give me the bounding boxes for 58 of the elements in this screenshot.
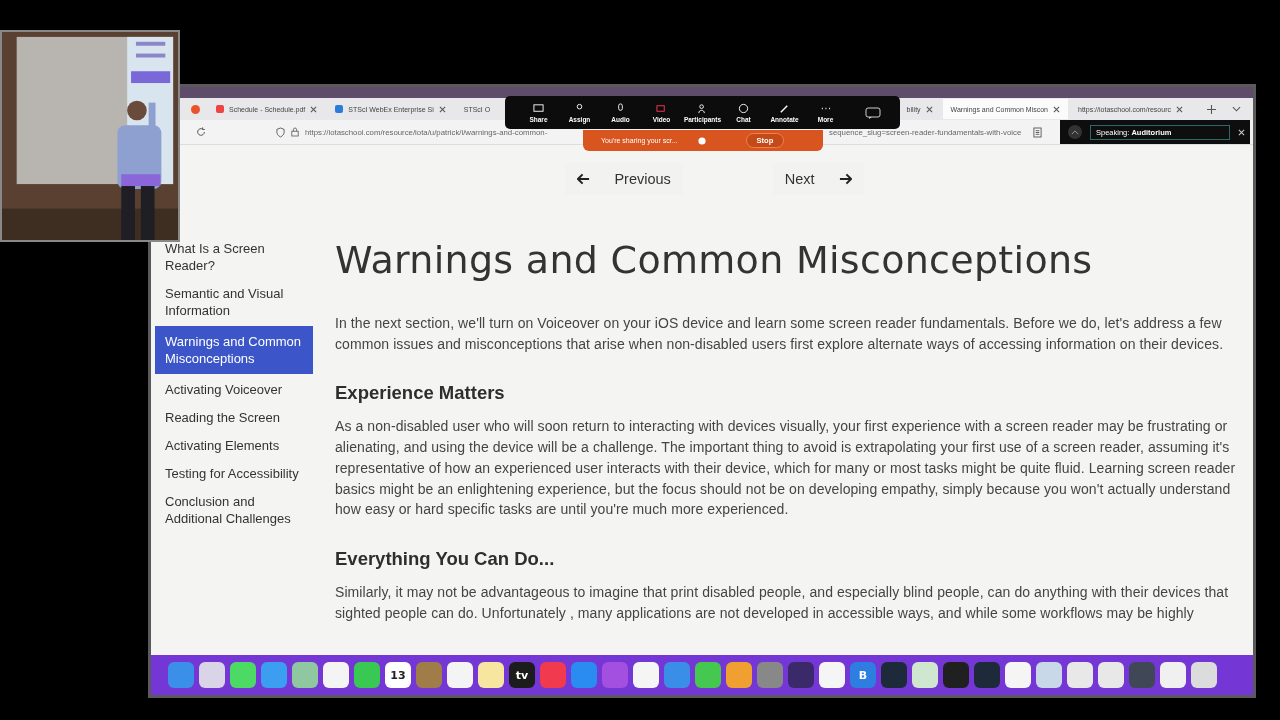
sidebar-item[interactable]: Semantic and Visual Information <box>155 285 313 319</box>
app-icon[interactable] <box>943 662 969 688</box>
app-icon[interactable] <box>230 662 256 688</box>
app-icon[interactable] <box>447 662 473 688</box>
screen-icon <box>533 102 544 114</box>
paragraph: In the next section, we'll turn on Voiceover on your iOS device and learn some screen reader fundamentals. Before we do, let's address a few common issues and misconceptions that arise when non-disabled users first explore alternate ways of accessing information on their devices. <box>335 314 1225 354</box>
sidebar-item[interactable]: What Is a Screen Reader? <box>155 240 313 274</box>
arrow-left-icon <box>577 173 591 185</box>
sidebar-item[interactable]: Activating Voiceover <box>155 381 313 398</box>
app-icon[interactable] <box>199 662 225 688</box>
paragraph: Similarly, it may not be advantageous to imagine that print disabled people, and especially blind people, can do anything with their devices that sighted people can do. Unfortunately , many applications are not developed in accessible ways, and while some workflows may be highly <box>335 582 1230 623</box>
app-icon[interactable] <box>323 662 349 688</box>
app-icon[interactable] <box>819 662 845 688</box>
app-icon[interactable] <box>292 662 318 688</box>
close-icon[interactable] <box>1176 105 1183 113</box>
sidebar-item[interactable]: Warnings and Common Misconceptions <box>155 326 313 374</box>
arrow-right-icon <box>838 173 852 185</box>
close-icon[interactable] <box>925 105 933 113</box>
reader-view-icon[interactable] <box>1033 126 1043 138</box>
app-icon[interactable] <box>1191 662 1217 688</box>
sidebar-item[interactable]: Reading the Screen <box>155 409 313 426</box>
microphone-icon <box>615 102 626 114</box>
section-heading: Experience Matters <box>335 382 506 405</box>
close-icon[interactable] <box>438 105 446 113</box>
app-icon[interactable] <box>354 662 380 688</box>
app-icon[interactable]: B <box>850 662 876 688</box>
close-icon[interactable] <box>310 105 318 113</box>
new-tab-icon[interactable] <box>1207 104 1216 114</box>
tab-favicon-icon <box>335 105 344 113</box>
close-icon[interactable] <box>1053 105 1060 113</box>
app-icon[interactable] <box>912 662 938 688</box>
reload-icon[interactable] <box>196 127 206 137</box>
sidebar-item[interactable]: Activating Elements <box>155 437 313 454</box>
app-icon[interactable] <box>1160 662 1186 688</box>
chevron-up-icon[interactable] <box>1068 125 1082 139</box>
page-title: Warnings and Common Misconceptions <box>335 237 1094 284</box>
app-icon[interactable] <box>1005 662 1031 688</box>
tab-favicon-icon <box>216 105 224 113</box>
chevron-down-icon[interactable] <box>1232 106 1241 112</box>
app-icon[interactable] <box>1098 662 1124 688</box>
app-icon[interactable] <box>1036 662 1062 688</box>
sidebar-item[interactable]: Conclusion and Additional Challenges <box>155 493 313 527</box>
paragraph: As a non-disabled user who will soon return to interacting with devices visually, your first experience with a screen reader may be frustrating or alienating, and using the device will be a challenge. The important thing to avoid is extrapolating your first use of a screen reader, assuming it's representative of how an experienced user interacts with their device, which for many or most tasks might be quite fluid. Learning screen reader basics might be an enlightening experience, but the focus should not be on developing empathy, simply because you won't actually understand how easy or hard specific tasks are until you're much more experienced. <box>335 417 1237 520</box>
app-icon[interactable] <box>726 662 752 688</box>
browser-logo-icon <box>191 104 200 114</box>
lock-icon <box>291 127 299 137</box>
app-icon[interactable] <box>695 662 721 688</box>
camera-icon <box>656 102 667 114</box>
app-icon[interactable] <box>633 662 659 688</box>
shield-icon <box>276 126 285 138</box>
app-icon[interactable] <box>1067 662 1093 688</box>
section-heading: Everything You Can Do... <box>335 547 556 570</box>
people-icon <box>697 102 708 114</box>
captions-icon[interactable] <box>865 106 881 119</box>
app-icon[interactable]: tv <box>509 662 535 688</box>
app-icon[interactable] <box>478 662 504 688</box>
app-icon[interactable]: 13 <box>385 662 411 688</box>
sidebar-item[interactable]: Testing for Accessibility <box>155 465 313 482</box>
